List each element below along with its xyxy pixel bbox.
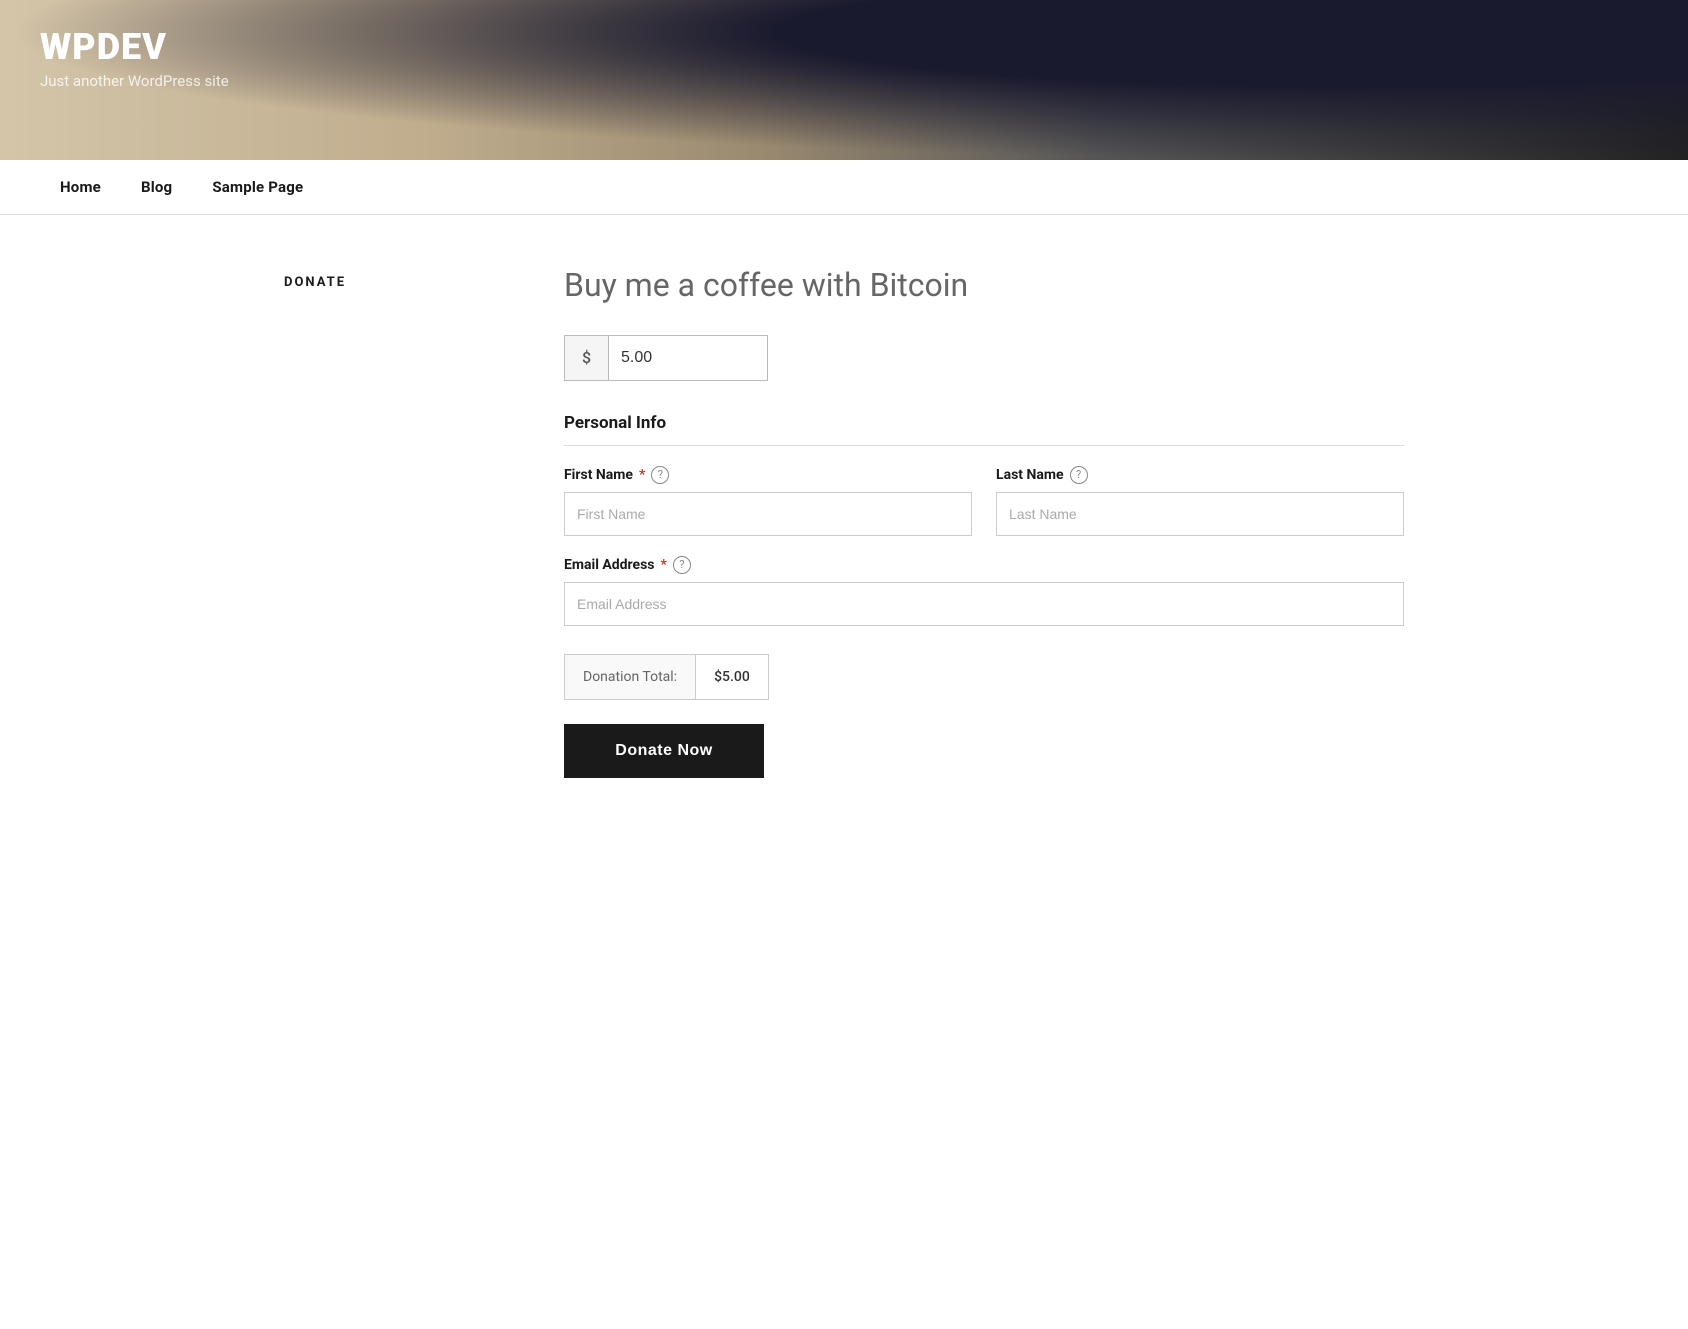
donation-total-row: Donation Total: $5.00: [564, 654, 1404, 700]
site-header: WPDEV Just another WordPress site: [0, 0, 1688, 160]
donate-form-area: Buy me a coffee with Bitcoin $ Personal …: [564, 265, 1404, 778]
email-required: *: [661, 557, 667, 573]
first-name-required: *: [639, 467, 645, 483]
donation-total-amount: $5.00: [695, 654, 769, 700]
donation-total-label: Donation Total:: [564, 654, 695, 700]
site-tagline: Just another WordPress site: [40, 72, 229, 90]
email-input[interactable]: [564, 582, 1404, 626]
sidebar: DONATE: [284, 265, 504, 778]
email-help-icon[interactable]: ?: [673, 556, 691, 574]
donate-heading: Buy me a coffee with Bitcoin: [564, 265, 1404, 307]
first-name-input[interactable]: [564, 492, 972, 536]
donate-now-button[interactable]: Donate Now: [564, 724, 764, 778]
last-name-input[interactable]: [996, 492, 1404, 536]
main-content: DONATE Buy me a coffee with Bitcoin $ Pe…: [244, 215, 1444, 858]
nav-link-home[interactable]: Home: [40, 160, 121, 214]
nav-item-blog: Blog: [121, 160, 192, 214]
amount-row: $: [564, 335, 1404, 381]
last-name-help-icon[interactable]: ?: [1070, 466, 1088, 484]
first-name-label: First Name * ?: [564, 466, 972, 484]
first-name-group: First Name * ?: [564, 466, 972, 536]
nav-link-blog[interactable]: Blog: [121, 160, 192, 214]
currency-symbol: $: [564, 335, 608, 381]
personal-info-title: Personal Info: [564, 413, 1404, 446]
first-name-help-icon[interactable]: ?: [651, 466, 669, 484]
nav-link-sample-page[interactable]: Sample Page: [192, 160, 323, 214]
email-label: Email Address * ?: [564, 556, 1404, 574]
site-navigation: Home Blog Sample Page: [0, 160, 1688, 215]
email-row: Email Address * ?: [564, 556, 1404, 626]
name-row: First Name * ? Last Name ?: [564, 466, 1404, 536]
amount-input[interactable]: [608, 335, 768, 381]
nav-item-sample-page: Sample Page: [192, 160, 323, 214]
last-name-group: Last Name ?: [996, 466, 1404, 536]
sidebar-donate-label: DONATE: [284, 275, 504, 290]
email-group: Email Address * ?: [564, 556, 1404, 626]
site-title: WPDEV: [40, 28, 229, 68]
last-name-label: Last Name ?: [996, 466, 1404, 484]
nav-item-home: Home: [40, 160, 121, 214]
